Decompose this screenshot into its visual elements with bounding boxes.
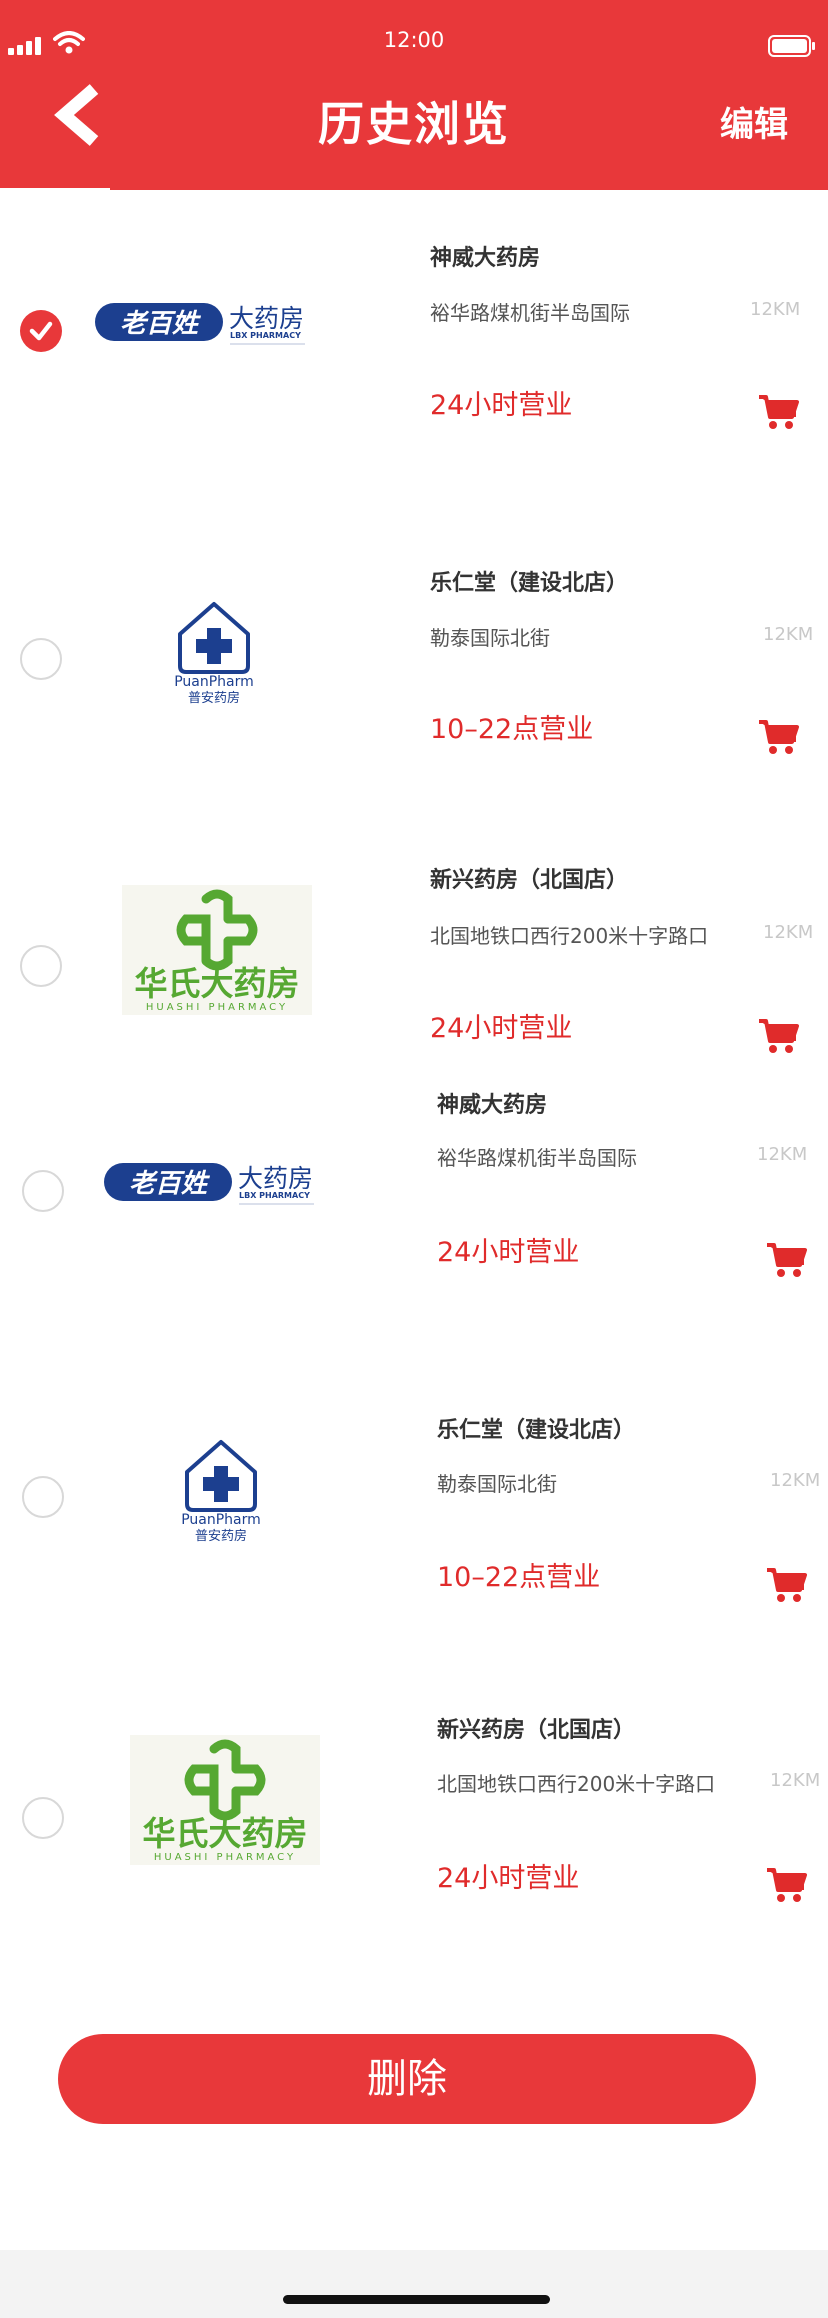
svg-text:LBX PHARMACY: LBX PHARMACY [239,1191,310,1200]
delete-button[interactable]: 删除 [58,2034,756,2124]
edit-button[interactable]: 编辑 [720,97,788,146]
store-name: 乐仁堂（建设北店） [437,1418,636,1443]
add-to-cart-button[interactable] [766,1566,808,1604]
checkbox-unchecked[interactable] [22,1170,64,1212]
store-logo: 老百姓 大药房 LBX PHARMACY [93,292,313,356]
store-address: 勒泰国际北街 [437,1472,557,1496]
store-name: 神威大药房 [430,246,541,271]
laobaixing-pharmacy-logo: 老百姓 大药房 LBX PHARMACY [95,303,305,345]
battery-icon [768,35,815,57]
store-distance: 12KM [770,1770,821,1791]
store-hours: 24小时营业 [430,1013,573,1044]
store-name: 神威大药房 [437,1093,548,1118]
laobaixing-pharmacy-logo: 老百姓 大药房 LBX PHARMACY [104,1163,314,1205]
store-hours: 10–22点营业 [437,1562,601,1593]
checkbox-checked[interactable] [20,310,62,352]
svg-text:普安药房: 普安药房 [188,690,240,706]
store-address: 裕华路煤机街半岛国际 [437,1146,637,1170]
svg-text:大药房: 大药房 [229,304,304,333]
store-address: 北国地铁口西行200米十字路口 [430,924,709,948]
store-distance: 12KM [763,922,814,943]
checkbox-unchecked[interactable] [22,1797,64,1839]
store-distance: 12KM [770,1470,821,1491]
store-hours: 24小时营业 [437,1863,580,1894]
store-hours: 24小时营业 [430,390,573,421]
cart-icon [767,1243,807,1277]
svg-text:华氏大药房: 华氏大药房 [135,964,300,1003]
puan-pharmacy-logo: PuanPharm 普安药房 [181,1440,261,1544]
add-to-cart-button[interactable] [758,1017,800,1055]
cart-icon [759,720,799,754]
store-distance: 12KM [750,299,801,320]
store-name: 乐仁堂（建设北店） [430,571,629,596]
svg-text:PuanPharm: PuanPharm [181,1512,261,1528]
svg-text:老百姓: 老百姓 [129,1169,211,1199]
add-to-cart-button[interactable] [766,1241,808,1279]
add-to-cart-button[interactable] [758,393,800,431]
checkmark-icon [29,321,53,341]
header-bar: 12:00 历史浏览 编辑 [0,0,828,191]
huashi-pharmacy-logo: 华氏大药房 HUASHI PHARMACY [122,885,312,1015]
store-hours: 10–22点营业 [430,714,594,745]
store-logo: 老百姓 大药房 LBX PHARMACY [102,1152,322,1216]
store-address: 裕华路煤机街半岛国际 [430,301,630,325]
add-to-cart-button[interactable] [766,1866,808,1904]
svg-text:PuanPharm: PuanPharm [174,674,254,690]
store-logo: 华氏大药房 HUASHI PHARMACY [122,885,312,1019]
svg-text:老百姓: 老百姓 [120,309,202,339]
cart-icon [767,1868,807,1902]
checkbox-unchecked[interactable] [20,945,62,987]
bottom-bar [0,2250,828,2318]
cart-icon [767,1568,807,1602]
svg-text:HUASHI PHARMACY: HUASHI PHARMACY [154,1852,296,1863]
svg-text:华氏大药房: 华氏大药房 [143,1814,308,1853]
svg-text:LBX PHARMACY: LBX PHARMACY [230,331,301,340]
huashi-pharmacy-logo: 华氏大药房 HUASHI PHARMACY [130,1735,320,1865]
status-time: 12:00 [383,28,445,52]
puan-pharmacy-logo: PuanPharm 普安药房 [174,602,254,706]
store-address: 勒泰国际北街 [430,626,550,650]
add-to-cart-button[interactable] [758,718,800,756]
store-logo: 华氏大药房 HUASHI PHARMACY [130,1735,320,1869]
store-logo: PuanPharm 普安药房 [164,598,264,712]
home-indicator[interactable] [283,2295,550,2304]
page-title: 历史浏览 [318,97,510,151]
cart-icon [759,395,799,429]
store-name: 新兴药房（北国店） [430,868,629,893]
store-distance: 12KM [757,1144,808,1165]
store-distance: 12KM [763,624,814,645]
store-logo: PuanPharm 普安药房 [171,1436,271,1550]
store-name: 新兴药房（北国店） [437,1718,636,1743]
store-address: 北国地铁口西行200米十字路口 [437,1772,716,1796]
svg-text:大药房: 大药房 [238,1164,313,1193]
store-hours: 24小时营业 [437,1237,580,1268]
header-underline [0,188,110,191]
checkbox-unchecked[interactable] [20,638,62,680]
cart-icon [759,1019,799,1053]
svg-text:普安药房: 普安药房 [195,1528,247,1544]
svg-text:HUASHI PHARMACY: HUASHI PHARMACY [146,1002,288,1013]
checkbox-unchecked[interactable] [22,1476,64,1518]
